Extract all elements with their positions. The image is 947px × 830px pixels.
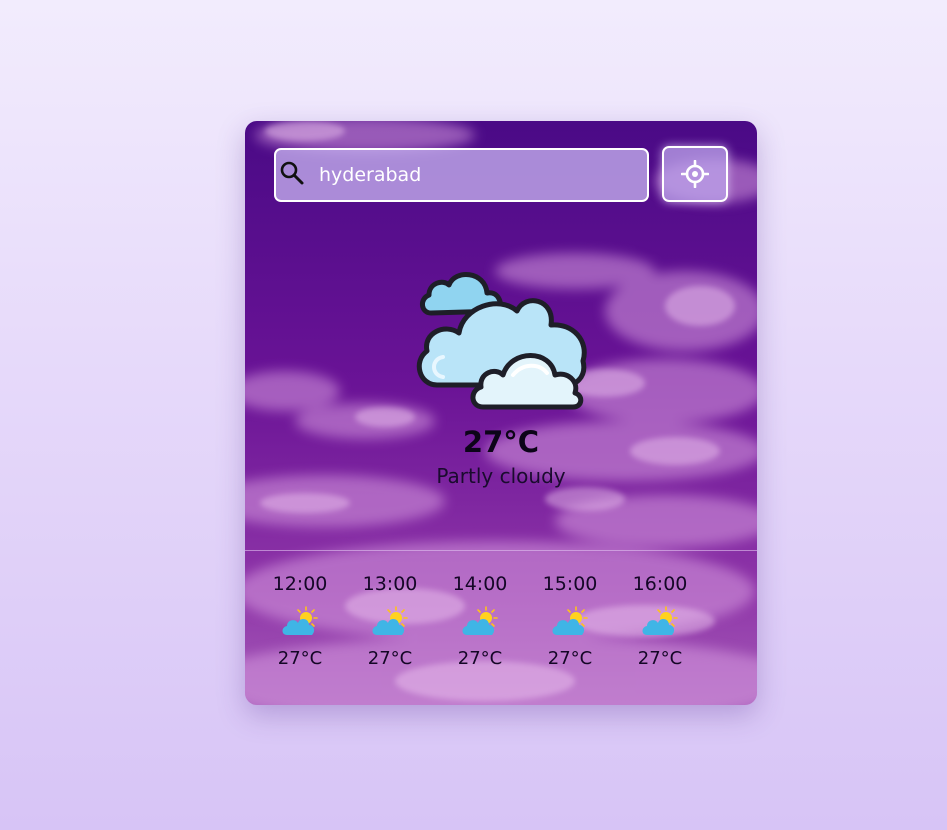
hourly-time: 16:00 <box>632 573 688 595</box>
hourly-item: 14:00 27°C <box>435 571 525 671</box>
hourly-time: 12:00 <box>272 573 328 595</box>
hourly-temperature: 27°C <box>457 648 503 669</box>
hourly-temperature: 27°C <box>367 648 413 669</box>
hourly-forecast: 12:00 27°C 13:00 27°C 14:00 27°C 15:00 2… <box>255 571 705 681</box>
hourly-time: 15:00 <box>542 573 598 595</box>
hourly-temperature: 27°C <box>637 648 683 669</box>
hourly-time: 14:00 <box>452 573 508 595</box>
locate-button[interactable] <box>662 146 728 202</box>
hourly-item: 16:00 27°C <box>615 571 705 671</box>
search-box[interactable] <box>274 148 649 202</box>
hourly-item: 12:00 27°C <box>255 571 345 671</box>
search-input[interactable] <box>319 160 629 190</box>
divider <box>245 550 757 551</box>
hourly-time: 13:00 <box>362 573 418 595</box>
sun-behind-cloud-icon <box>552 606 588 635</box>
weather-card: 27°C Partly cloudy 12:00 27°C 13:00 <box>245 121 757 705</box>
sun-behind-cloud-icon <box>282 606 318 635</box>
weather-condition: Partly cloudy <box>436 464 566 488</box>
hourly-item: 13:00 27°C <box>345 571 435 671</box>
hourly-temperature: 27°C <box>277 648 323 669</box>
crosshair-icon <box>681 160 709 188</box>
hourly-item: 15:00 27°C <box>525 571 615 671</box>
sun-behind-cloud-icon <box>372 606 408 635</box>
sun-behind-cloud-icon <box>462 606 498 635</box>
hourly-temperature: 27°C <box>547 648 593 669</box>
partly-cloudy-icon <box>416 272 587 410</box>
current-temperature: 27°C <box>462 425 540 459</box>
search-icon <box>280 161 304 185</box>
sun-behind-cloud-icon <box>642 606 678 635</box>
